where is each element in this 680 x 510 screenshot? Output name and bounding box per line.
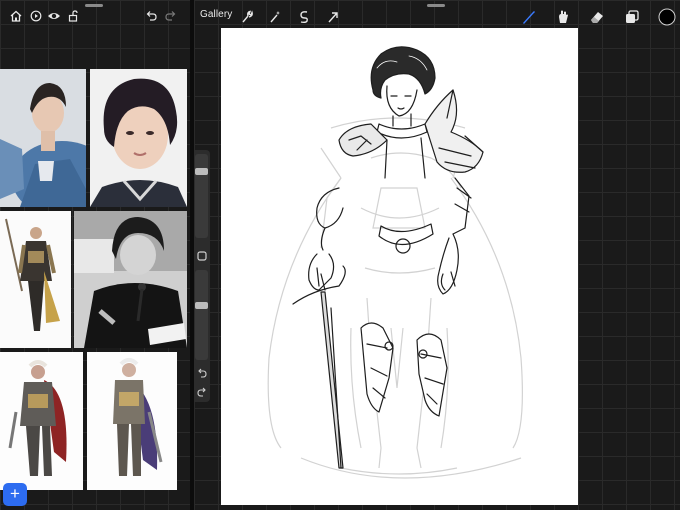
line-art: [292, 46, 484, 469]
illustration-armored-knight-purple-cape[interactable]: [87, 352, 177, 490]
pane-handle[interactable]: [85, 4, 103, 7]
pane-handle-right[interactable]: [427, 4, 445, 7]
transform-arrow-icon[interactable]: [327, 10, 339, 24]
illustration-armored-knight-gold[interactable]: [0, 211, 71, 348]
add-reference-button[interactable]: +: [3, 483, 27, 506]
redo-icon[interactable]: [165, 10, 177, 22]
smudge-icon[interactable]: [555, 9, 571, 25]
opacity-slider[interactable]: [195, 270, 208, 360]
eraser-icon[interactable]: [589, 9, 605, 25]
unlock-icon[interactable]: [68, 10, 79, 22]
undo-arrow-icon[interactable]: [197, 368, 207, 378]
photo-portrait-denim-jacket[interactable]: [0, 69, 86, 207]
gallery-button[interactable]: Gallery: [200, 9, 232, 20]
play-circle-icon[interactable]: [30, 10, 42, 22]
eye-icon[interactable]: [47, 10, 61, 22]
color-swatch-icon[interactable]: [658, 8, 676, 26]
drawing-canvas[interactable]: [221, 28, 578, 505]
selection-icon[interactable]: [298, 10, 310, 24]
redo-arrow-icon[interactable]: [197, 387, 207, 397]
magic-wand-icon[interactable]: [269, 10, 281, 24]
brush-size-slider[interactable]: [195, 154, 208, 238]
layers-icon[interactable]: [624, 9, 640, 25]
undo-icon[interactable]: [145, 10, 157, 22]
wrench-icon[interactable]: [241, 10, 253, 24]
reference-pane[interactable]: +: [0, 0, 190, 510]
modify-square-icon[interactable]: [197, 251, 207, 261]
canvas-pane[interactable]: Gallery: [194, 0, 680, 510]
photo-portrait-curly-hair[interactable]: [90, 69, 187, 207]
illustration-armored-knight-red-cape[interactable]: [0, 352, 83, 490]
photo-man-with-microphone[interactable]: [74, 211, 187, 348]
side-slider-panel: [194, 150, 210, 402]
brush-icon[interactable]: [521, 9, 537, 25]
home-icon[interactable]: [10, 10, 22, 22]
construction-sketch: [267, 117, 523, 479]
brush-size-thumb[interactable]: [195, 167, 208, 175]
opacity-thumb[interactable]: [195, 301, 208, 309]
